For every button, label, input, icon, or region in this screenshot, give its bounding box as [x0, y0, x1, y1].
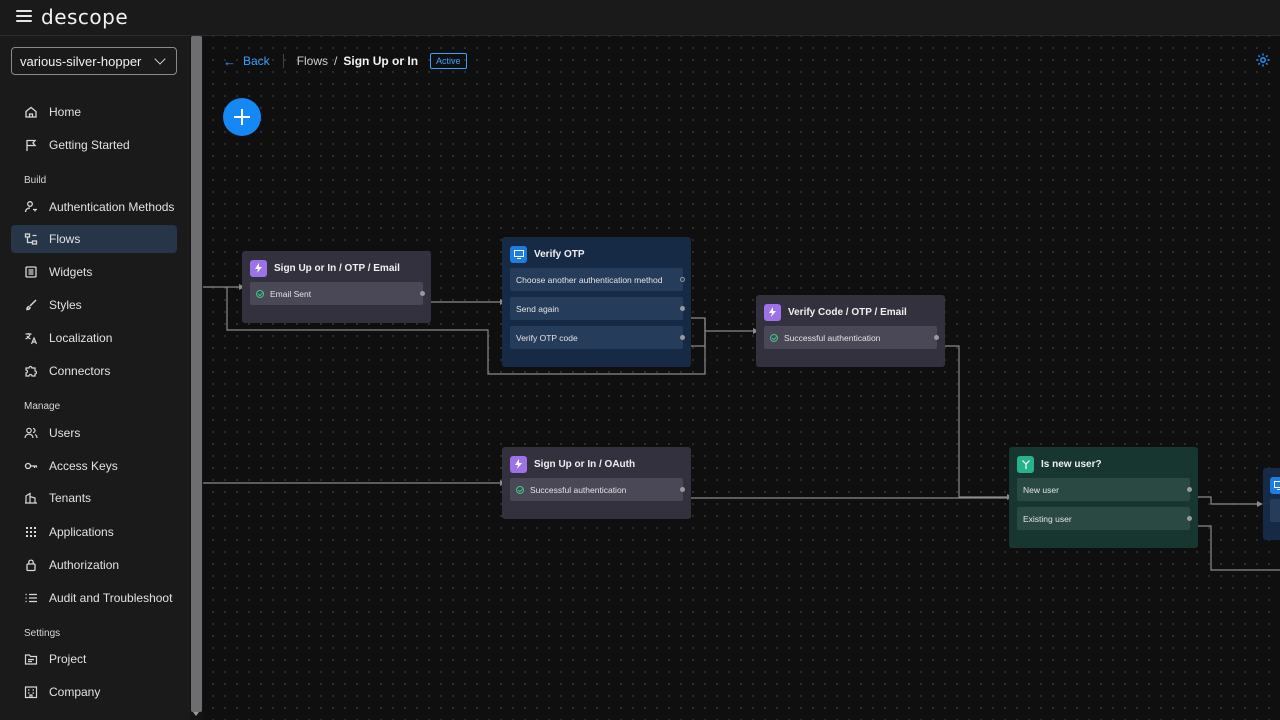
key-icon: [24, 462, 38, 470]
sidebar-item-access-keys[interactable]: Access Keys: [11, 452, 177, 480]
wire-new-user-out: [1189, 496, 1261, 505]
top-bar: descope: [0, 0, 1280, 36]
node-output-partial[interactable]: [1270, 499, 1280, 522]
node-output-successful-auth[interactable]: Successful authentication: [510, 478, 685, 501]
output-port[interactable]: [1187, 516, 1192, 521]
node-output-send-again[interactable]: Send again: [510, 297, 685, 320]
output-port[interactable]: [420, 291, 425, 296]
output-port[interactable]: [1187, 487, 1192, 492]
sidebar-item-project[interactable]: Project: [11, 645, 177, 673]
output-port[interactable]: [680, 335, 685, 340]
node-is-new-user[interactable]: Is new user? New user Existing user: [1009, 447, 1198, 548]
output-port[interactable]: [680, 487, 685, 492]
node-output-verify-otp-code[interactable]: Verify OTP code: [510, 326, 685, 349]
node-offscreen-partial[interactable]: [1263, 468, 1280, 540]
sidebar-item-localization[interactable]: Localization: [11, 324, 177, 352]
logo: descope: [41, 5, 129, 29]
check-circle-icon: [256, 289, 264, 298]
flow-connections: [203, 284, 1280, 571]
scroll-down-arrow-icon[interactable]: [193, 712, 199, 716]
sidebar-item-styles[interactable]: Styles: [11, 291, 177, 319]
screen-icon: [510, 245, 527, 263]
node-output-new-user[interactable]: New user: [1017, 478, 1192, 501]
section-build: Build: [24, 175, 47, 186]
project-name: various-silver-hopper: [20, 53, 142, 69]
sidebar-item-tenants[interactable]: Tenants: [11, 484, 177, 512]
node-output-existing-user[interactable]: Existing user: [1017, 507, 1192, 530]
screen-icon: [1270, 476, 1280, 494]
sidebar-scrollbar-thumb[interactable]: [191, 36, 202, 712]
sidebar-item-home[interactable]: Home: [11, 98, 177, 126]
tenants-icon: [25, 492, 37, 504]
output-port[interactable]: [680, 277, 685, 282]
node-verify-otp[interactable]: Verify OTP Choose another authentication…: [502, 237, 691, 367]
folder-icon: [24, 654, 38, 665]
brush-icon: [26, 299, 37, 311]
section-settings: Settings: [24, 628, 61, 639]
bolt-icon: [510, 455, 527, 473]
node-output-choose-another[interactable]: Choose another authentication method: [510, 268, 685, 291]
sidebar-item-flows[interactable]: Flows: [11, 225, 177, 253]
node-sign-up-otp-email[interactable]: Sign Up or In / OTP / Email Email Sent: [242, 251, 431, 323]
sidebar-item-company[interactable]: Company: [11, 678, 177, 706]
bolt-icon: [250, 259, 267, 277]
grid-icon: [26, 527, 36, 537]
node-sign-up-oauth[interactable]: Sign Up or In / OAuth Successful authent…: [502, 447, 691, 519]
section-manage: Manage: [24, 401, 61, 412]
wire-send-again: [683, 317, 753, 332]
project-select[interactable]: various-silver-hopper: [11, 47, 177, 75]
check-circle-icon: [770, 333, 778, 342]
sidebar-item-users[interactable]: Users: [11, 419, 177, 447]
puzzle-icon: [25, 365, 38, 377]
output-port[interactable]: [934, 335, 939, 340]
branch-icon: [1017, 455, 1034, 473]
list-icon: [25, 593, 37, 603]
user-key-icon: [24, 201, 37, 213]
node-output-successful-auth[interactable]: Successful authentication: [764, 326, 939, 349]
lock-icon: [26, 559, 36, 572]
sidebar-item-getting-started[interactable]: Getting Started: [11, 131, 177, 159]
node-output-email-sent[interactable]: Email Sent: [250, 282, 425, 305]
sidebar: various-silver-hopper Home Getting Start…: [0, 36, 190, 720]
flow-icon: [24, 233, 38, 245]
node-verify-code-otp-email[interactable]: Verify Code / OTP / Email Successful aut…: [756, 295, 945, 367]
home-icon: [25, 106, 37, 118]
sidebar-item-audit[interactable]: Audit and Troubleshoot: [11, 584, 177, 612]
bolt-icon: [764, 303, 781, 321]
sidebar-item-authorization[interactable]: Authorization: [11, 551, 177, 579]
flag-icon: [26, 139, 37, 151]
users-icon: [24, 427, 38, 439]
check-circle-icon: [516, 485, 524, 494]
building-icon: [24, 686, 38, 699]
widgets-icon: [25, 266, 37, 278]
wire-verify-code-to-new-user: [936, 345, 1007, 498]
flow-canvas[interactable]: ← Back Flows / Sign Up or In Active Sign…: [203, 36, 1280, 720]
output-port[interactable]: [680, 306, 685, 311]
menu-icon[interactable]: [16, 10, 32, 24]
sidebar-item-widgets[interactable]: Widgets: [11, 258, 177, 286]
sidebar-item-applications[interactable]: Applications: [11, 518, 177, 546]
chevron-down-icon: [154, 53, 166, 65]
translate-icon: [25, 333, 38, 345]
sidebar-item-auth-methods[interactable]: Authentication Methods: [11, 193, 177, 221]
sidebar-item-connectors[interactable]: Connectors: [11, 357, 177, 385]
